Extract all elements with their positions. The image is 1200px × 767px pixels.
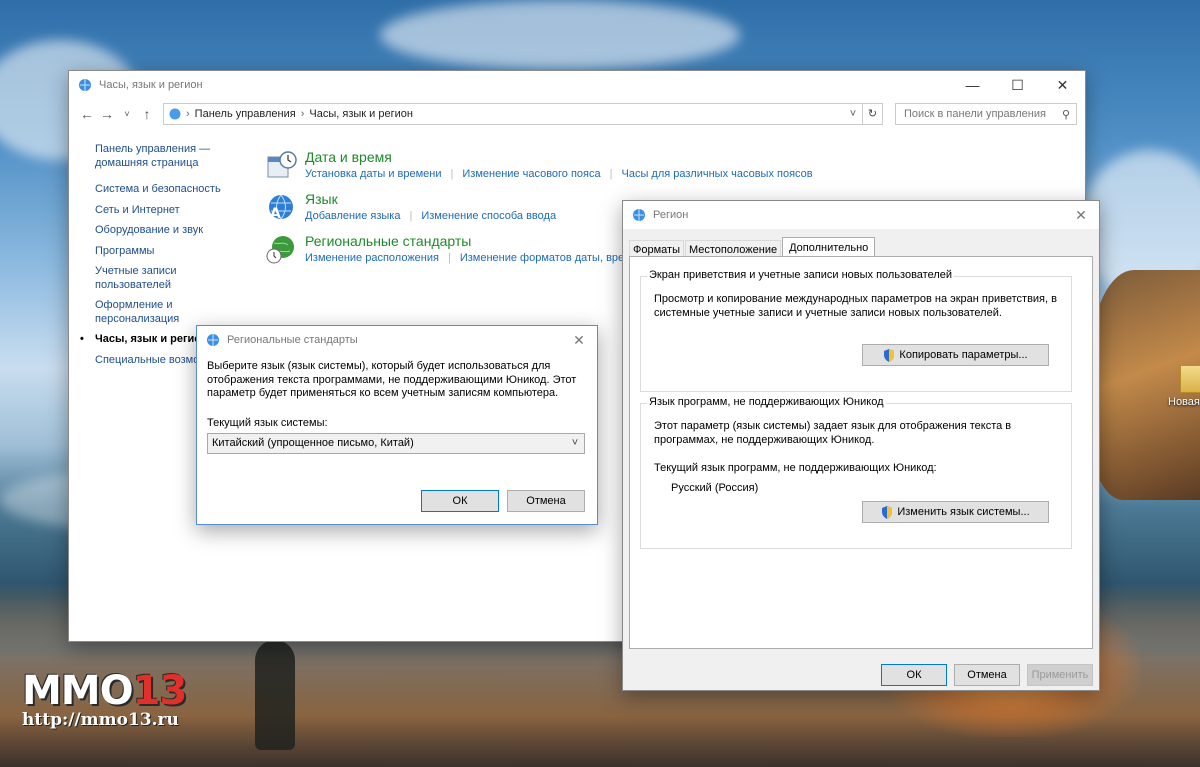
search-input[interactable]: Поиск в панели управления ⚲	[895, 103, 1077, 125]
desktop-icon-label: Новая па	[1168, 396, 1200, 408]
dialog-titlebar: Регион ✕	[623, 201, 1099, 229]
current-language-label: Текущий язык системы:	[207, 416, 328, 429]
link-change-location[interactable]: Изменение расположения	[305, 252, 439, 264]
sidebar-item-system-security[interactable]: Система и безопасность	[95, 183, 235, 197]
category-title[interactable]: Дата и время	[305, 149, 813, 165]
dialog-titlebar: Региональные стандарты ✕	[197, 326, 597, 354]
group-title: Экран приветствия и учетные записи новых…	[647, 269, 955, 281]
cancel-button[interactable]: Отмена	[954, 664, 1020, 686]
sidebar-item-user-accounts[interactable]: Учетные записи пользователей	[95, 265, 195, 292]
sidebar-item-network[interactable]: Сеть и Интернет	[95, 204, 235, 218]
clock-globe-icon	[79, 79, 91, 91]
current-language-value: Русский (Россия)	[671, 482, 759, 494]
chevron-down-icon: ˅	[571, 437, 579, 449]
link-change-date-formats[interactable]: Изменение форматов даты, врем	[460, 252, 632, 264]
category-language: A Язык Добавление языка | Изменение спосо…	[265, 191, 556, 223]
category-region: Региональные стандарты Изменение располо…	[265, 233, 632, 265]
watermark-logo: MMO13	[22, 668, 187, 714]
globe-icon	[207, 334, 219, 346]
sidebar-item-home[interactable]: Панель управления — домашняя страница	[95, 143, 235, 170]
current-language-label: Текущий язык программ, не поддерживающих…	[654, 462, 937, 474]
change-system-locale-button[interactable]: Изменить язык системы...	[862, 501, 1049, 523]
group-text: Просмотр и копирование международных пар…	[654, 293, 1057, 319]
close-button[interactable]: ✕	[1040, 71, 1085, 99]
selected-language: Китайский (упрощенное письмо, Китай)	[212, 437, 414, 449]
cancel-button[interactable]: Отмена	[507, 490, 585, 512]
link-change-time-zone[interactable]: Изменение часового пояса	[462, 168, 600, 180]
back-arrow-icon[interactable]: ←	[77, 106, 97, 122]
copy-settings-button[interactable]: Копировать параметры...	[862, 344, 1049, 366]
desktop-folder-icon[interactable]: Новая па	[1168, 365, 1200, 425]
breadcrumb-control-panel[interactable]: Панель управления	[195, 108, 296, 120]
language-icon: A	[269, 194, 293, 222]
calendar-clock-icon	[267, 151, 297, 178]
globe-icon	[633, 209, 645, 221]
category-date-time: Дата и время Установка даты и времени | И…	[265, 149, 813, 181]
folder-icon	[1180, 365, 1200, 393]
category-title[interactable]: Язык	[305, 191, 556, 207]
sidebar-item-programs[interactable]: Программы	[95, 245, 235, 259]
globe-clock-icon	[266, 236, 294, 264]
sidebar-item-appearance[interactable]: Оформление и персонализация	[95, 299, 195, 326]
apply-button[interactable]: Применить	[1027, 664, 1093, 686]
breadcrumb-separator: ›	[300, 108, 305, 120]
tab-strip: Форматы Местоположение Дополнительно	[623, 229, 1099, 259]
search-icon[interactable]: ⚲	[1056, 108, 1076, 121]
close-button[interactable]: ✕	[1063, 201, 1099, 229]
dialog-title: Регион	[653, 209, 689, 221]
control-panel-icon	[169, 108, 181, 120]
ok-button[interactable]: ОК	[421, 490, 499, 512]
group-title: Язык программ, не поддерживающих Юникод	[647, 396, 886, 408]
search-placeholder: Поиск в панели управления	[904, 108, 1046, 120]
forward-arrow-icon[interactable]: →	[97, 106, 117, 122]
up-arrow-icon[interactable]: ↑	[137, 106, 157, 122]
recent-chevron-down-icon[interactable]: ˅	[117, 109, 137, 119]
category-title[interactable]: Региональные стандарты	[305, 233, 632, 249]
region-dialog: Регион ✕ Форматы Местоположение Дополнит…	[622, 200, 1100, 691]
maximize-button[interactable]: ☐	[995, 71, 1040, 99]
link-set-date-time[interactable]: Установка даты и времени	[305, 168, 442, 180]
breadcrumb-clock-region[interactable]: Часы, язык и регион	[309, 108, 413, 120]
watermark-url: http://mmo13.ru	[22, 710, 179, 730]
sidebar-item-hardware[interactable]: Оборудование и звук	[95, 224, 235, 238]
link-change-input-method[interactable]: Изменение способа ввода	[421, 210, 556, 222]
breadcrumb-separator: ›	[186, 108, 190, 120]
welcome-screen-group: Экран приветствия и учетные записи новых…	[640, 269, 1072, 392]
dialog-title: Региональные стандарты	[227, 334, 358, 346]
close-button[interactable]: ✕	[561, 326, 597, 354]
svg-text:A: A	[270, 206, 281, 222]
uac-shield-icon	[882, 505, 893, 519]
link-additional-clocks[interactable]: Часы для различных часовых поясов	[622, 168, 813, 180]
ok-button[interactable]: ОК	[881, 664, 947, 686]
system-language-select[interactable]: Китайский (упрощенное письмо, Китай) ˅	[207, 432, 585, 454]
watermark: MMO13 http://mmo13.ru	[22, 668, 187, 730]
dialog-description: Выберите язык (язык системы), который бу…	[207, 360, 577, 399]
refresh-icon[interactable]: ↻	[862, 104, 882, 124]
address-dropdown-icon[interactable]: ˅	[844, 108, 862, 120]
non-unicode-group: Язык программ, не поддерживающих Юникод …	[640, 396, 1072, 549]
uac-shield-icon	[884, 348, 895, 362]
address-bar[interactable]: › Панель управления › Часы, язык и регио…	[163, 103, 883, 125]
control-panel-titlebar: Часы, язык и регион — ☐ ✕	[69, 71, 1085, 99]
regional-standards-dialog: Региональные стандарты ✕ Выберите язык (…	[196, 325, 598, 525]
tab-panel: Экран приветствия и учетные записи новых…	[629, 256, 1093, 649]
link-add-language[interactable]: Добавление языка	[305, 210, 400, 222]
navigation-bar: ← → ˅ ↑ › Панель управления › Часы, язык…	[69, 99, 1085, 129]
group-text: Этот параметр (язык системы) задает язык…	[654, 420, 1012, 446]
window-title: Часы, язык и регион	[99, 79, 203, 91]
minimize-button[interactable]: —	[950, 71, 995, 99]
